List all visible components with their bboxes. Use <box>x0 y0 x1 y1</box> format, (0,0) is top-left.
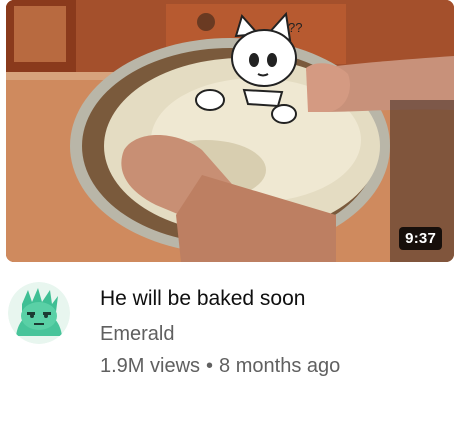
video-meta: He will be baked soon Emerald 1.9M views… <box>0 262 460 434</box>
question-marks: ?? <box>288 20 302 35</box>
avatar-icon <box>8 282 70 344</box>
view-count: 1.9M views <box>100 355 201 377</box>
video-card[interactable]: ?? 9:37 He will be baked soon Emerald 1.… <box>0 0 460 434</box>
thumbnail-image: ?? <box>6 0 454 262</box>
channel-name[interactable]: Emerald <box>100 322 174 346</box>
video-thumbnail[interactable]: ?? 9:37 <box>6 0 454 262</box>
video-title[interactable]: He will be baked soon <box>100 286 305 312</box>
separator-dot: • <box>206 355 214 377</box>
channel-avatar[interactable] <box>8 282 70 344</box>
duration-badge: 9:37 <box>399 227 442 250</box>
upload-age: 8 months ago <box>219 355 341 377</box>
video-stats: 1.9M views • 8 months ago <box>100 354 340 378</box>
